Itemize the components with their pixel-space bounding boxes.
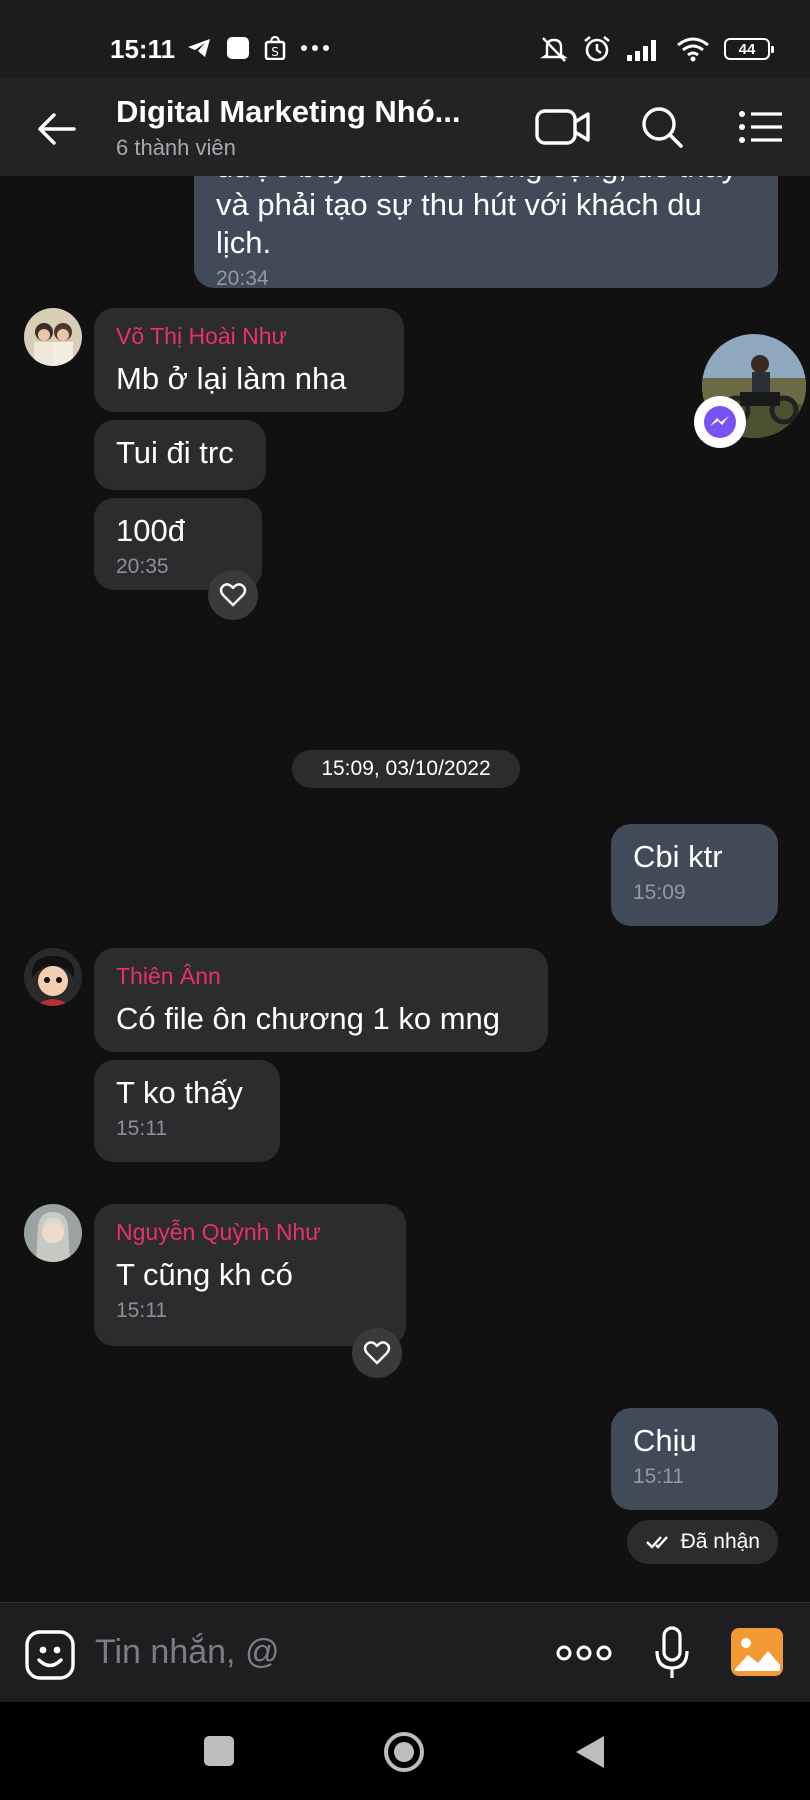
message-time: 15:11 (116, 1299, 167, 1322)
message-text: T cũng kh có (116, 1257, 293, 1292)
message-list[interactable]: được bày trí ở nơi công cộng, dễ thấy và… (0, 176, 810, 1602)
back-nav-button[interactable] (574, 1734, 606, 1770)
message-bubble-incoming[interactable]: T ko thấy 15:11 (94, 1060, 280, 1162)
sticker-icon[interactable] (24, 1629, 76, 1681)
message-time: 20:34 (216, 267, 269, 290)
double-check-icon (645, 1536, 668, 1549)
avatar[interactable] (24, 308, 82, 366)
more-dots-icon[interactable] (556, 1643, 612, 1663)
message-bubble-outgoing[interactable]: được bày trí ở nơi công cộng, dễ thấy và… (194, 176, 778, 290)
signal-icon (627, 40, 656, 61)
message-text: Chịu (633, 1423, 697, 1458)
message-bubble-incoming[interactable]: Võ Thị Hoài Như Mb ở lại làm nha (94, 308, 404, 412)
microphone-icon[interactable] (652, 1625, 692, 1681)
sender-name: Thiên Ânn (116, 963, 221, 989)
sender-name: Nguyễn Quỳnh Như (116, 1219, 321, 1245)
status-time: 15:11 (110, 34, 176, 64)
chat-header: Digital Marketing Nhó... 6 thành viên (0, 78, 810, 176)
message-time: 15:09 (633, 881, 686, 904)
video-call-icon[interactable] (534, 102, 592, 152)
app-square-icon (227, 37, 249, 59)
message-bubble-outgoing[interactable]: Chịu 15:11 (611, 1408, 778, 1510)
svg-text:S: S (271, 45, 279, 59)
telegram-icon (188, 39, 210, 57)
home-button[interactable] (383, 1731, 425, 1773)
image-icon[interactable] (730, 1627, 784, 1677)
message-text: Tui đi trc (116, 435, 234, 470)
search-icon[interactable] (633, 102, 691, 152)
message-text: 100đ (116, 513, 185, 548)
messenger-icon (694, 396, 746, 448)
message-time: 15:11 (116, 1117, 167, 1140)
member-count[interactable]: 6 thành viên (116, 135, 236, 161)
message-input[interactable]: Tin nhắn, @ (95, 1633, 279, 1672)
mute-bell-icon (540, 37, 568, 62)
message-text: được bày trí ở nơi công cộng, dễ thấy và… (216, 176, 737, 260)
receipt-status: Đã nhận (680, 1530, 760, 1553)
message-time: 15:11 (633, 1465, 684, 1488)
conversation-title[interactable]: Digital Marketing Nhó... (116, 94, 460, 130)
date-separator: 15:09, 03/10/2022 (292, 750, 520, 788)
delivery-receipt: Đã nhận (626, 1520, 778, 1564)
message-bubble-outgoing[interactable]: Cbi ktr 15:09 (611, 824, 778, 926)
sender-name: Võ Thị Hoài Như (116, 323, 287, 349)
list-menu-icon[interactable] (732, 102, 790, 152)
message-text: Có file ôn chương 1 ko mng (116, 1001, 501, 1036)
wifi-icon (677, 37, 709, 62)
message-bubble-incoming[interactable]: Thiên Ânn Có file ôn chương 1 ko mng (94, 948, 548, 1052)
avatar[interactable] (24, 948, 82, 1006)
system-nav-bar (0, 1702, 810, 1800)
arrow-left-icon[interactable] (34, 106, 80, 152)
composer-bar: Tin nhắn, @ (0, 1602, 810, 1703)
battery-indicator: 44 (724, 38, 774, 60)
avatar[interactable] (24, 1204, 82, 1262)
more-notifications-icon (301, 45, 329, 51)
heart-icon[interactable] (208, 570, 258, 620)
status-bar: 15:11 S 44 (0, 0, 810, 78)
message-text: Cbi ktr (633, 839, 723, 874)
message-bubble-incoming[interactable]: Nguyễn Quỳnh Như T cũng kh có 15:11 (94, 1204, 406, 1346)
recents-button[interactable] (204, 1736, 234, 1766)
heart-icon[interactable] (352, 1328, 402, 1378)
message-text: T ko thấy (116, 1075, 243, 1110)
message-text: Mb ở lại làm nha (116, 361, 347, 396)
message-bubble-incoming[interactable]: Tui đi trc (94, 420, 266, 490)
alarm-icon (584, 35, 610, 62)
shopee-icon: S (264, 36, 286, 60)
